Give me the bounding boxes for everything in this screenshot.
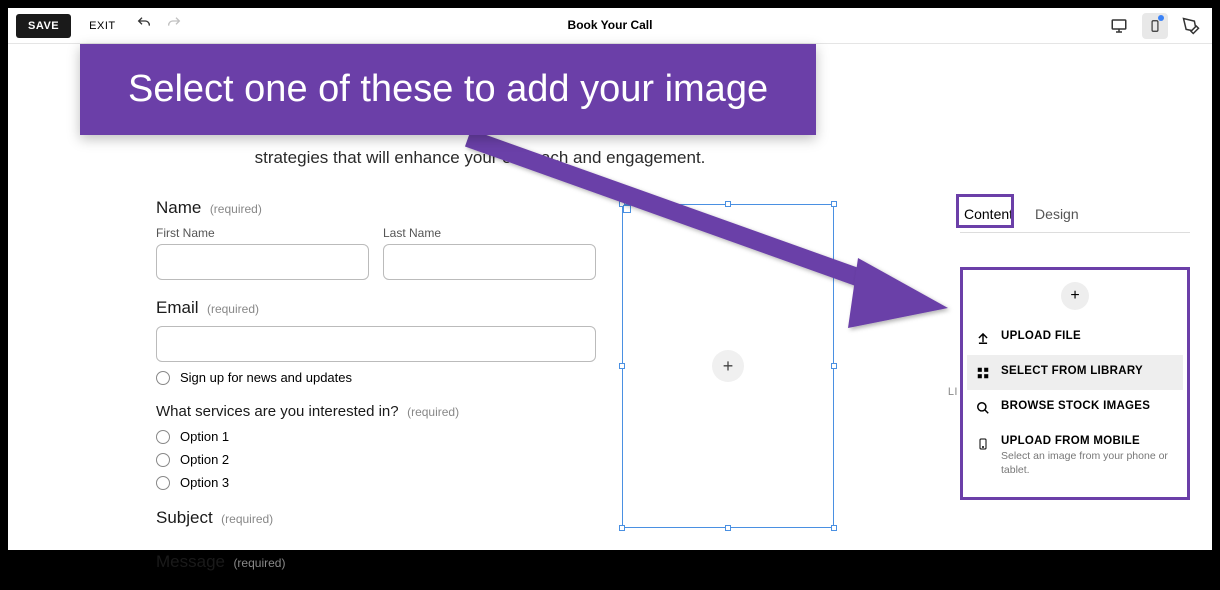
message-required: (required) [233, 556, 285, 570]
menu-browse-stock[interactable]: BROWSE STOCK IMAGES [967, 390, 1183, 425]
first-name-input[interactable] [156, 244, 369, 280]
add-button[interactable]: + [1061, 282, 1089, 310]
service-option-label: Option 2 [180, 452, 229, 467]
resize-handle[interactable] [619, 363, 625, 369]
signup-label: Sign up for news and updates [180, 370, 352, 385]
resize-handle[interactable] [831, 525, 837, 531]
upload-icon [975, 331, 991, 345]
tab-content[interactable]: Content [960, 198, 1017, 232]
image-settings-panel: Content Design + UPLOAD FILE SELECT FROM… [960, 198, 1190, 500]
email-label: Email [156, 298, 199, 318]
exit-button[interactable]: EXIT [89, 20, 115, 32]
email-field-group: Email (required) Sign up for news and up… [156, 298, 596, 385]
library-icon [975, 366, 991, 380]
desktop-view-icon[interactable] [1106, 13, 1132, 39]
service-option-radio[interactable] [156, 453, 170, 467]
page-title-group: Book Your Call [568, 19, 653, 32]
menu-upload-mobile[interactable]: UPLOAD FROM MOBILE Select an image from … [967, 425, 1183, 487]
email-input[interactable] [156, 326, 596, 362]
subject-label: Subject [156, 508, 213, 528]
tab-design[interactable]: Design [1031, 198, 1083, 232]
annotation-callout: Select one of these to add your image [80, 44, 816, 135]
service-option-radio[interactable] [156, 476, 170, 490]
menu-select-library[interactable]: SELECT FROM LIBRARY [967, 355, 1183, 390]
page-title: Book Your Call [568, 19, 653, 32]
menu-upload-file[interactable]: UPLOAD FILE [967, 320, 1183, 355]
subject-required: (required) [221, 512, 273, 526]
redo-icon[interactable] [166, 15, 182, 36]
message-field-group: Message (required) [156, 552, 596, 572]
subject-field-group: Subject (required) [156, 508, 596, 528]
resize-handle[interactable] [619, 525, 625, 531]
resize-handle[interactable] [831, 363, 837, 369]
mobile-view-icon[interactable] [1142, 13, 1168, 39]
services-field-group: What services are you interested in? (re… [156, 403, 596, 490]
email-required: (required) [207, 302, 259, 316]
last-name-input[interactable] [383, 244, 596, 280]
save-button[interactable]: SAVE [16, 14, 71, 38]
name-required: (required) [210, 202, 262, 216]
top-toolbar: SAVE EXIT Book Your Call [8, 8, 1212, 44]
service-option-label: Option 1 [180, 429, 229, 444]
link-section-label: LI [948, 386, 958, 398]
last-name-label: Last Name [383, 226, 596, 240]
resize-handle[interactable] [725, 525, 731, 531]
service-option-radio[interactable] [156, 430, 170, 444]
signup-checkbox[interactable] [156, 371, 170, 385]
name-label: Name [156, 198, 201, 218]
service-option-label: Option 3 [180, 475, 229, 490]
brush-icon[interactable] [1178, 13, 1204, 39]
services-label: What services are you interested in? [156, 403, 399, 420]
message-label: Message [156, 552, 225, 572]
first-name-label: First Name [156, 226, 369, 240]
name-field-group: Name (required) First Name Last Name [156, 198, 596, 280]
add-image-button[interactable]: + [712, 350, 744, 382]
undo-icon[interactable] [136, 15, 152, 36]
search-icon [975, 401, 991, 415]
resize-handle[interactable] [619, 201, 625, 207]
resize-handle[interactable] [831, 201, 837, 207]
intro-text: strategies that will enhance your outrea… [156, 148, 804, 168]
mobile-icon [975, 436, 991, 452]
resize-handle[interactable] [725, 201, 731, 207]
services-required: (required) [407, 405, 459, 419]
image-block-selected[interactable]: + [622, 204, 834, 528]
annotation-highlight-menu: + UPLOAD FILE SELECT FROM LIBRARY BROWSE… [960, 267, 1190, 500]
